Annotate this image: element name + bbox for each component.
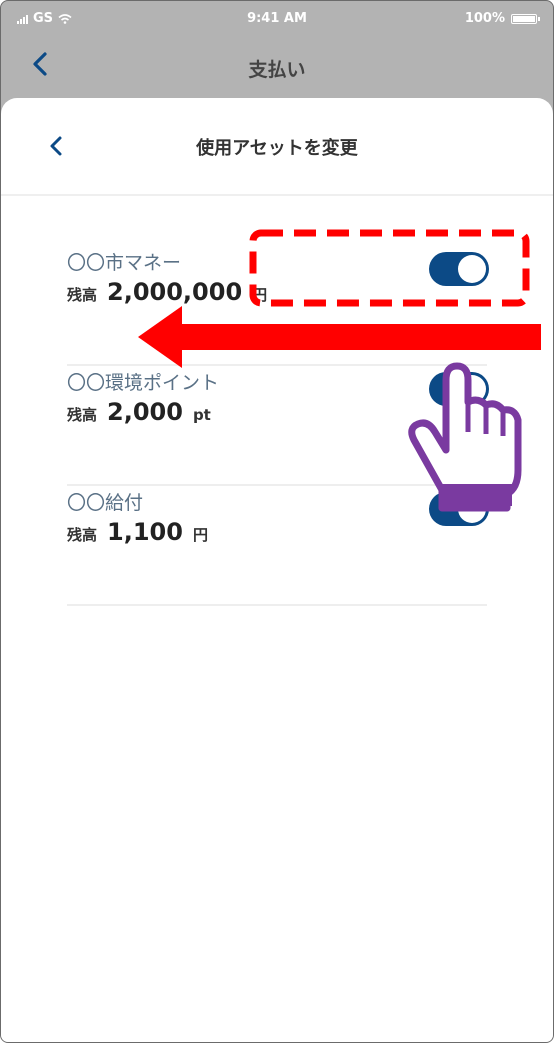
- asset-toggle[interactable]: [429, 252, 489, 286]
- asset-toggle[interactable]: [429, 372, 489, 406]
- asset-toggle[interactable]: [429, 492, 489, 526]
- asset-name: 〇〇給付: [67, 492, 144, 514]
- balance-unit: pt: [192, 406, 211, 424]
- balance-unit: 円: [252, 286, 268, 304]
- battery-icon: [511, 13, 540, 24]
- battery-percent: 100%: [464, 11, 505, 26]
- sheet-header: 使用アセットを変更: [1, 98, 553, 196]
- balance-value: 1,100: [107, 518, 183, 546]
- status-bar: GS 9:41 AM 100%: [1, 1, 553, 37]
- balance-unit: 円: [192, 526, 208, 544]
- status-right: 100%: [464, 11, 540, 26]
- balance-label: 残高: [67, 406, 98, 424]
- phone-frame: GS 9:41 AM 100% 支払い 使用アセットを変更 〇〇市マネー 残高 …: [0, 0, 554, 1043]
- outer-page-title: 支払い: [248, 59, 306, 81]
- balance-label: 残高: [67, 526, 98, 544]
- asset-change-sheet: 使用アセットを変更 〇〇市マネー 残高 2,000,000 円 〇〇環境ポイント…: [1, 98, 553, 1042]
- sheet-title: 使用アセットを変更: [196, 138, 358, 159]
- balance-value: 2,000,000: [107, 278, 243, 306]
- asset-item-eco-points: 〇〇環境ポイント 残高 2,000 pt: [67, 368, 489, 486]
- toggle-knob: [458, 255, 486, 283]
- asset-name: 〇〇環境ポイント: [67, 372, 220, 394]
- asset-name: 〇〇市マネー: [67, 252, 182, 274]
- toggle-knob: [458, 375, 486, 403]
- toggle-knob: [458, 495, 486, 523]
- balance-label: 残高: [67, 286, 98, 304]
- asset-balance-row: 残高 2,000,000 円: [67, 278, 267, 306]
- asset-item-benefit: 〇〇給付 残高 1,100 円: [67, 488, 489, 606]
- asset-item-city-money: 〇〇市マネー 残高 2,000,000 円: [67, 248, 489, 366]
- outer-nav-bar: 支払い: [1, 37, 553, 93]
- asset-balance-row: 残高 2,000 pt: [67, 398, 211, 426]
- asset-balance-row: 残高 1,100 円: [67, 518, 208, 546]
- balance-value: 2,000: [107, 398, 183, 426]
